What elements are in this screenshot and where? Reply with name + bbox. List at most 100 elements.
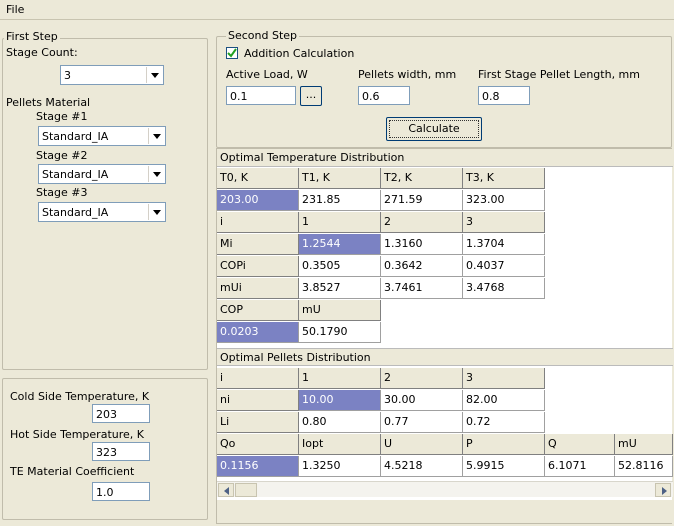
table-cell[interactable]: 0.1156 bbox=[217, 456, 299, 477]
first-step-legend: First Step bbox=[4, 30, 60, 43]
te-coef-label: TE Material Coefficient bbox=[10, 465, 135, 478]
table-cell[interactable]: 52.8116 bbox=[615, 456, 673, 477]
stage-2-value: Standard_IA bbox=[42, 168, 109, 181]
table-cell[interactable]: 0.72 bbox=[463, 412, 545, 433]
stage-3-select[interactable]: Standard_IA bbox=[38, 202, 166, 222]
table-cell[interactable]: mUi bbox=[217, 278, 299, 299]
stage-1-label: Stage #1 bbox=[36, 110, 88, 123]
menu-file[interactable]: File bbox=[6, 3, 24, 16]
scroll-right-button[interactable] bbox=[655, 483, 671, 497]
table-cell[interactable]: 82.00 bbox=[463, 390, 545, 411]
table-cell[interactable]: T2, K bbox=[381, 168, 463, 189]
arrow-left-icon bbox=[224, 487, 229, 495]
active-load-input[interactable]: 0.1 bbox=[226, 86, 296, 105]
table-cell[interactable]: COP bbox=[217, 300, 299, 321]
first-stage-len-label: First Stage Pellet Length, mm bbox=[478, 68, 640, 81]
table-cell[interactable]: Iopt bbox=[299, 434, 381, 455]
status-strip bbox=[216, 500, 672, 524]
table-cell[interactable]: COPi bbox=[217, 256, 299, 277]
stage-1-value: Standard_IA bbox=[42, 130, 109, 143]
stage-3-label: Stage #3 bbox=[36, 186, 88, 199]
table-cell[interactable]: 1.3160 bbox=[381, 234, 463, 255]
first-stage-len-value: 0.8 bbox=[482, 90, 500, 103]
table-cell[interactable]: 50.1790 bbox=[299, 322, 381, 343]
active-load-value: 0.1 bbox=[230, 90, 248, 103]
cold-side-value: 203 bbox=[96, 408, 117, 421]
hot-side-input[interactable]: 323 bbox=[92, 442, 150, 461]
hot-side-label: Hot Side Temperature, K bbox=[10, 428, 144, 441]
table-cell[interactable]: Qo bbox=[217, 434, 299, 455]
cold-side-input[interactable]: 203 bbox=[92, 404, 150, 423]
cold-side-label: Cold Side Temperature, K bbox=[10, 390, 150, 403]
table-cell[interactable]: 3.8527 bbox=[299, 278, 381, 299]
calculate-button[interactable]: Calculate bbox=[386, 117, 482, 141]
hot-side-value: 323 bbox=[96, 446, 117, 459]
te-coef-input[interactable]: 1.0 bbox=[92, 482, 150, 501]
table-cell[interactable]: 0.80 bbox=[299, 412, 381, 433]
stage-count-select[interactable]: 3 bbox=[60, 65, 164, 85]
table-cell[interactable]: 10.00 bbox=[299, 390, 381, 411]
temp-dist-title: Optimal Temperature Distribution bbox=[217, 149, 673, 167]
chevron-down-icon[interactable] bbox=[148, 128, 164, 144]
temp-dist-table: T0, K T1, K T2, K T3, K 203.00 231.85 27… bbox=[217, 168, 673, 346]
pellets-width-input[interactable]: 0.6 bbox=[358, 86, 410, 105]
table-cell[interactable]: 3 bbox=[463, 368, 545, 389]
table-cell[interactable]: 0.4037 bbox=[463, 256, 545, 277]
table-cell[interactable]: 0.77 bbox=[381, 412, 463, 433]
table-cell[interactable]: 0.0203 bbox=[217, 322, 299, 343]
chevron-down-icon[interactable] bbox=[146, 67, 162, 83]
table-cell[interactable]: 3.7461 bbox=[381, 278, 463, 299]
table-cell[interactable]: T0, K bbox=[217, 168, 299, 189]
table-cell[interactable]: mU bbox=[615, 434, 673, 455]
table-cell[interactable]: 3 bbox=[463, 212, 545, 233]
table-cell[interactable]: T1, K bbox=[299, 168, 381, 189]
table-cell[interactable]: 0.3505 bbox=[299, 256, 381, 277]
table-cell[interactable]: i bbox=[217, 368, 299, 389]
table-cell[interactable]: 271.59 bbox=[381, 190, 463, 211]
table-cell[interactable]: mU bbox=[299, 300, 381, 321]
scroll-thumb[interactable] bbox=[235, 483, 257, 497]
table-cell[interactable]: 2 bbox=[381, 212, 463, 233]
table-cell[interactable]: 6.1071 bbox=[545, 456, 615, 477]
table-cell[interactable]: 4.5218 bbox=[381, 456, 463, 477]
table-cell[interactable]: ni bbox=[217, 390, 299, 411]
results-panel: Optimal Temperature Distribution T0, K T… bbox=[216, 148, 673, 500]
table-cell[interactable]: 0.3642 bbox=[381, 256, 463, 277]
addition-calc-label: Addition Calculation bbox=[244, 47, 355, 60]
pellets-dist-table: i 1 2 3 ni 10.00 30.00 82.00 Li 0.80 0.7… bbox=[217, 368, 673, 480]
table-cell[interactable]: 1 bbox=[299, 368, 381, 389]
stage-count-value: 3 bbox=[64, 69, 71, 82]
table-cell[interactable]: 1.2544 bbox=[299, 234, 381, 255]
table-cell[interactable]: Li bbox=[217, 412, 299, 433]
table-cell[interactable]: 5.9915 bbox=[463, 456, 545, 477]
second-step-legend: Second Step bbox=[226, 29, 300, 42]
chevron-down-icon[interactable] bbox=[148, 204, 164, 220]
stage-count-label: Stage Count: bbox=[6, 46, 78, 59]
table-cell[interactable]: 1 bbox=[299, 212, 381, 233]
stage-3-value: Standard_IA bbox=[42, 206, 109, 219]
menu-bar: File bbox=[0, 0, 674, 20]
addition-calc-checkbox[interactable] bbox=[226, 47, 238, 59]
table-cell[interactable]: 203.00 bbox=[217, 190, 299, 211]
table-cell[interactable]: 1.3250 bbox=[299, 456, 381, 477]
table-cell[interactable]: T3, K bbox=[463, 168, 545, 189]
table-cell[interactable]: i bbox=[217, 212, 299, 233]
table-cell[interactable]: 1.3704 bbox=[463, 234, 545, 255]
table-cell[interactable]: 2 bbox=[381, 368, 463, 389]
pellets-dist-title: Optimal Pellets Distribution bbox=[217, 348, 673, 366]
table-cell[interactable]: 231.85 bbox=[299, 190, 381, 211]
table-cell[interactable]: 30.00 bbox=[381, 390, 463, 411]
first-stage-len-input[interactable]: 0.8 bbox=[478, 86, 530, 105]
chevron-down-icon[interactable] bbox=[148, 166, 164, 182]
table-cell[interactable]: Q bbox=[545, 434, 615, 455]
stage-2-select[interactable]: Standard_IA bbox=[38, 164, 166, 184]
table-cell[interactable]: P bbox=[463, 434, 545, 455]
scroll-left-button[interactable] bbox=[218, 483, 234, 497]
browse-button[interactable]: ... bbox=[300, 86, 322, 106]
horizontal-scrollbar[interactable] bbox=[217, 481, 673, 497]
table-cell[interactable]: Mi bbox=[217, 234, 299, 255]
stage-1-select[interactable]: Standard_IA bbox=[38, 126, 166, 146]
table-cell[interactable]: 323.00 bbox=[463, 190, 545, 211]
table-cell[interactable]: 3.4768 bbox=[463, 278, 545, 299]
table-cell[interactable]: U bbox=[381, 434, 463, 455]
